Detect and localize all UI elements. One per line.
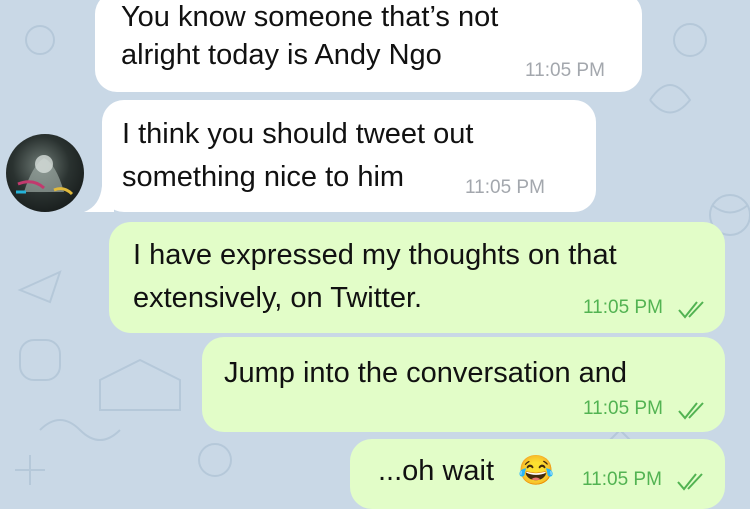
message-timestamp: 11:05 PM bbox=[525, 60, 605, 81]
double-check-icon bbox=[678, 402, 704, 420]
message-timestamp: 11:05 PM bbox=[465, 177, 545, 198]
message-bubble-outgoing[interactable]: ...oh wait 😂 11:05 PM bbox=[350, 439, 725, 509]
message-bubble-incoming[interactable]: You know someone that’s not alright toda… bbox=[95, 0, 642, 92]
double-check-icon bbox=[678, 301, 704, 319]
laughing-emoji: 😂 bbox=[518, 455, 555, 487]
double-check-icon bbox=[677, 473, 703, 491]
message-bubble-incoming[interactable]: I think you should tweet out something n… bbox=[102, 100, 596, 212]
message-timestamp: 11:05 PM bbox=[583, 297, 663, 318]
message-timestamp: 11:05 PM bbox=[582, 469, 662, 490]
message-text: extensively, on Twitter. bbox=[133, 282, 423, 314]
message-text: You know someone that’s not bbox=[121, 1, 499, 33]
message-text: Jump into the conversation and bbox=[224, 357, 628, 389]
message-bubble-outgoing[interactable]: Jump into the conversation and 11:05 PM bbox=[202, 337, 725, 432]
message-timestamp: 11:05 PM bbox=[583, 398, 663, 419]
message-text: something nice to him bbox=[122, 161, 405, 193]
avatar-image bbox=[16, 155, 74, 196]
message-text: ...oh wait bbox=[378, 455, 495, 487]
message-text: alright today is Andy Ngo bbox=[121, 39, 442, 71]
message-bubble-outgoing[interactable]: I have expressed my thoughts on that ext… bbox=[109, 222, 725, 333]
message-text: I think you should tweet out bbox=[122, 118, 474, 150]
contact-avatar[interactable] bbox=[6, 134, 84, 212]
message-text: I have expressed my thoughts on that bbox=[133, 239, 617, 271]
bubble-tail bbox=[84, 186, 114, 212]
